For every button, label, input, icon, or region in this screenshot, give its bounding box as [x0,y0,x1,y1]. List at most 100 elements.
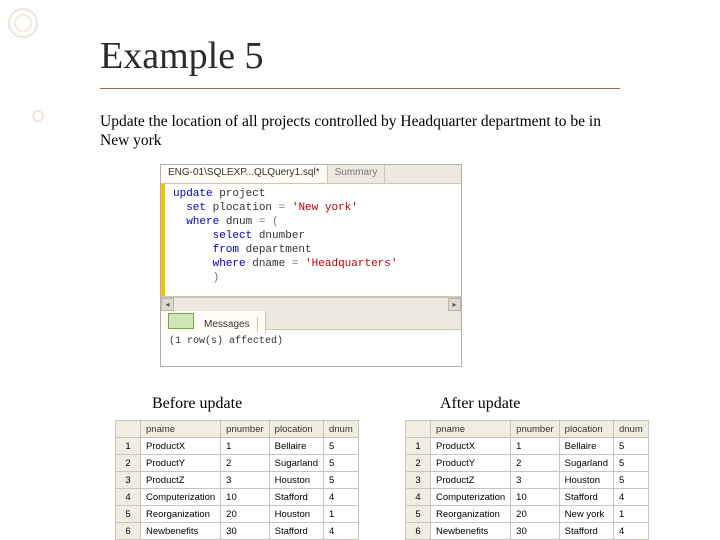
cell: Reorganization [431,506,511,523]
ssms-h-scrollbar[interactable]: ◂ ▸ [161,297,461,311]
cell: 4 [613,489,648,506]
table-row[interactable]: 6Newbenefits30Stafford4 [406,523,649,540]
ssms-tab-summary[interactable]: Summary [328,165,386,183]
cell: Sugarland [559,455,613,472]
col-pnumber[interactable]: pnumber [221,421,270,438]
table-row[interactable]: 1ProductX1Bellaire5 [406,438,649,455]
cell: Houston [559,472,613,489]
cell: Houston [269,506,323,523]
cell: 5 [323,455,358,472]
messages-icon [168,313,194,329]
table-header: pname pnumber plocation dnum [406,421,649,438]
col-dnum[interactable]: dnum [613,421,648,438]
ssms-tab-query[interactable]: ENG-01\SQLEXP...QLQuery1.sql* [161,165,328,183]
cell: 5 [613,438,648,455]
cell: Sugarland [269,455,323,472]
corner-cell [406,421,431,438]
table-row[interactable]: 3ProductZ3Houston5 [116,472,359,489]
after-label: After update [440,395,520,413]
row-number: 6 [116,523,141,540]
table-row[interactable]: 4Computerization10Stafford4 [406,489,649,506]
col-plocation[interactable]: plocation [269,421,323,438]
cell: Reorganization [141,506,221,523]
cell: ProductY [141,455,221,472]
col-plocation[interactable]: plocation [559,421,613,438]
corner-cell [116,421,141,438]
cell: Bellaire [559,438,613,455]
cell: 5 [323,438,358,455]
scroll-right-icon[interactable]: ▸ [448,298,461,311]
cell: 4 [323,523,358,540]
col-dnum[interactable]: dnum [323,421,358,438]
title-rule [100,88,620,89]
row-number: 3 [116,472,141,489]
col-pname[interactable]: pname [141,421,221,438]
cell: Houston [269,472,323,489]
after-table: pname pnumber plocation dnum 1ProductX1B… [405,420,649,540]
before-label: Before update [152,395,242,413]
row-number: 5 [116,506,141,523]
cell: 5 [323,472,358,489]
row-number: 2 [116,455,141,472]
cell: 2 [511,455,560,472]
cell: 20 [221,506,270,523]
cell: Newbenefits [141,523,221,540]
cell: 30 [221,523,270,540]
cell: Bellaire [269,438,323,455]
slide-deco-dot [32,110,44,122]
cell: 30 [511,523,560,540]
ssms-messages-tabbar: Messages [161,311,461,330]
col-pnumber[interactable]: pnumber [511,421,560,438]
cell: ProductX [141,438,221,455]
row-number: 6 [406,523,431,540]
sql-code: update project set plocation = 'New york… [161,184,461,288]
cell: 3 [511,472,560,489]
cell: 4 [613,523,648,540]
cell: Computerization [141,489,221,506]
row-number: 5 [406,506,431,523]
col-pname[interactable]: pname [431,421,511,438]
table-row[interactable]: 1ProductX1Bellaire5 [116,438,359,455]
cell: 5 [613,472,648,489]
slide-title: Example 5 [100,34,264,78]
slide-deco-corner [8,8,38,38]
cell: 4 [323,489,358,506]
ssms-change-gutter [161,184,165,296]
cell: Stafford [559,489,613,506]
cell: 3 [221,472,270,489]
before-table: pname pnumber plocation dnum 1ProductX1B… [115,420,359,540]
cell: 1 [323,506,358,523]
scroll-left-icon[interactable]: ◂ [161,298,174,311]
cell: 1 [613,506,648,523]
ssms-messages-output: (1 row(s) affected) [161,330,461,366]
cell: 1 [511,438,560,455]
cell: Newbenefits [431,523,511,540]
table-row[interactable]: 6Newbenefits30Stafford4 [116,523,359,540]
ssms-tab-messages-label: Messages [197,317,258,332]
row-number: 1 [116,438,141,455]
cell: 10 [511,489,560,506]
slide-description: Update the location of all projects cont… [100,112,620,151]
cell: New york [559,506,613,523]
table-row[interactable]: 3ProductZ3Houston5 [406,472,649,489]
table-row[interactable]: 2ProductY2Sugarland5 [116,455,359,472]
table-row[interactable]: 2ProductY2Sugarland5 [406,455,649,472]
table-row[interactable]: 4Computerization10Stafford4 [116,489,359,506]
ssms-window: ENG-01\SQLEXP...QLQuery1.sql* Summary up… [160,164,462,367]
ssms-editor[interactable]: update project set plocation = 'New york… [161,184,461,297]
cell: Stafford [269,489,323,506]
ssms-tabbar: ENG-01\SQLEXP...QLQuery1.sql* Summary [161,165,461,184]
cell: ProductZ [141,472,221,489]
cell: Stafford [269,523,323,540]
cell: 1 [221,438,270,455]
cell: Stafford [559,523,613,540]
ssms-tab-messages[interactable]: Messages [161,311,266,334]
cell: 2 [221,455,270,472]
cell: 10 [221,489,270,506]
table-row[interactable]: 5Reorganization20New york1 [406,506,649,523]
cell: ProductX [431,438,511,455]
cell: 20 [511,506,560,523]
cell: ProductZ [431,472,511,489]
row-number: 1 [406,438,431,455]
table-row[interactable]: 5Reorganization20Houston1 [116,506,359,523]
